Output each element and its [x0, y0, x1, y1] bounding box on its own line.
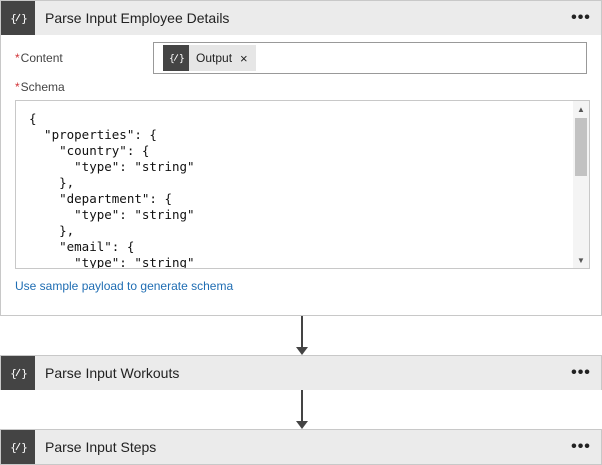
svg-text:{: {: [10, 12, 17, 25]
required-mark: *: [15, 80, 20, 94]
output-token[interactable]: { } Output ×: [163, 45, 256, 71]
content-label: *Content: [15, 51, 63, 65]
content-label-text: Content: [20, 51, 63, 65]
schema-label-text: Schema: [20, 80, 65, 94]
schema-editor[interactable]: { "properties": { "country": { "type": "…: [15, 100, 590, 269]
connector-line: [301, 316, 303, 347]
braces-variable-icon: { }: [1, 430, 35, 464]
token-label: Output: [196, 51, 233, 65]
schema-text[interactable]: { "properties": { "country": { "type": "…: [29, 111, 195, 268]
connector-line: [301, 390, 303, 421]
connector-arrow-icon: [296, 347, 308, 355]
more-options-button[interactable]: •••: [567, 1, 595, 35]
content-input[interactable]: { } Output ×: [153, 42, 587, 74]
parse-workouts-card: { } Parse Input Workouts •••: [0, 355, 602, 390]
schema-label: *Schema: [15, 80, 65, 94]
more-options-button[interactable]: •••: [567, 430, 595, 464]
svg-text:{: {: [169, 54, 175, 65]
required-mark: *: [15, 51, 20, 65]
parse-employee-details-card: { } Parse Input Employee Details ••• *Co…: [0, 0, 602, 316]
svg-text:}: }: [21, 367, 28, 380]
svg-text:{: {: [10, 441, 17, 454]
svg-text:}: }: [21, 441, 28, 454]
parse-steps-card: { } Parse Input Steps •••: [0, 429, 602, 465]
svg-text:{: {: [10, 367, 17, 380]
card-title: Parse Input Steps: [45, 439, 157, 455]
svg-text:}: }: [21, 12, 28, 25]
card-title: Parse Input Employee Details: [45, 10, 230, 26]
braces-variable-icon: { }: [163, 45, 189, 71]
braces-variable-icon: { }: [1, 356, 35, 390]
connector-arrow-icon: [296, 421, 308, 429]
card-title: Parse Input Workouts: [45, 365, 180, 381]
scroll-down-arrow-icon[interactable]: ▼: [573, 253, 589, 267]
schema-scrollbar[interactable]: ▲ ▼: [573, 101, 589, 268]
generate-schema-link[interactable]: Use sample payload to generate schema: [15, 279, 233, 293]
scroll-thumb[interactable]: [575, 118, 587, 176]
scroll-up-arrow-icon[interactable]: ▲: [573, 102, 589, 116]
braces-variable-icon: { }: [1, 1, 35, 35]
more-options-button[interactable]: •••: [567, 356, 595, 390]
card-body: *Content { } Output × *Schema { "propert…: [1, 35, 601, 315]
remove-token-button[interactable]: ×: [240, 51, 248, 66]
card-header[interactable]: { } Parse Input Workouts •••: [1, 356, 601, 390]
svg-text:}: }: [179, 54, 185, 65]
card-header[interactable]: { } Parse Input Employee Details •••: [1, 1, 601, 35]
card-header[interactable]: { } Parse Input Steps •••: [1, 430, 601, 464]
